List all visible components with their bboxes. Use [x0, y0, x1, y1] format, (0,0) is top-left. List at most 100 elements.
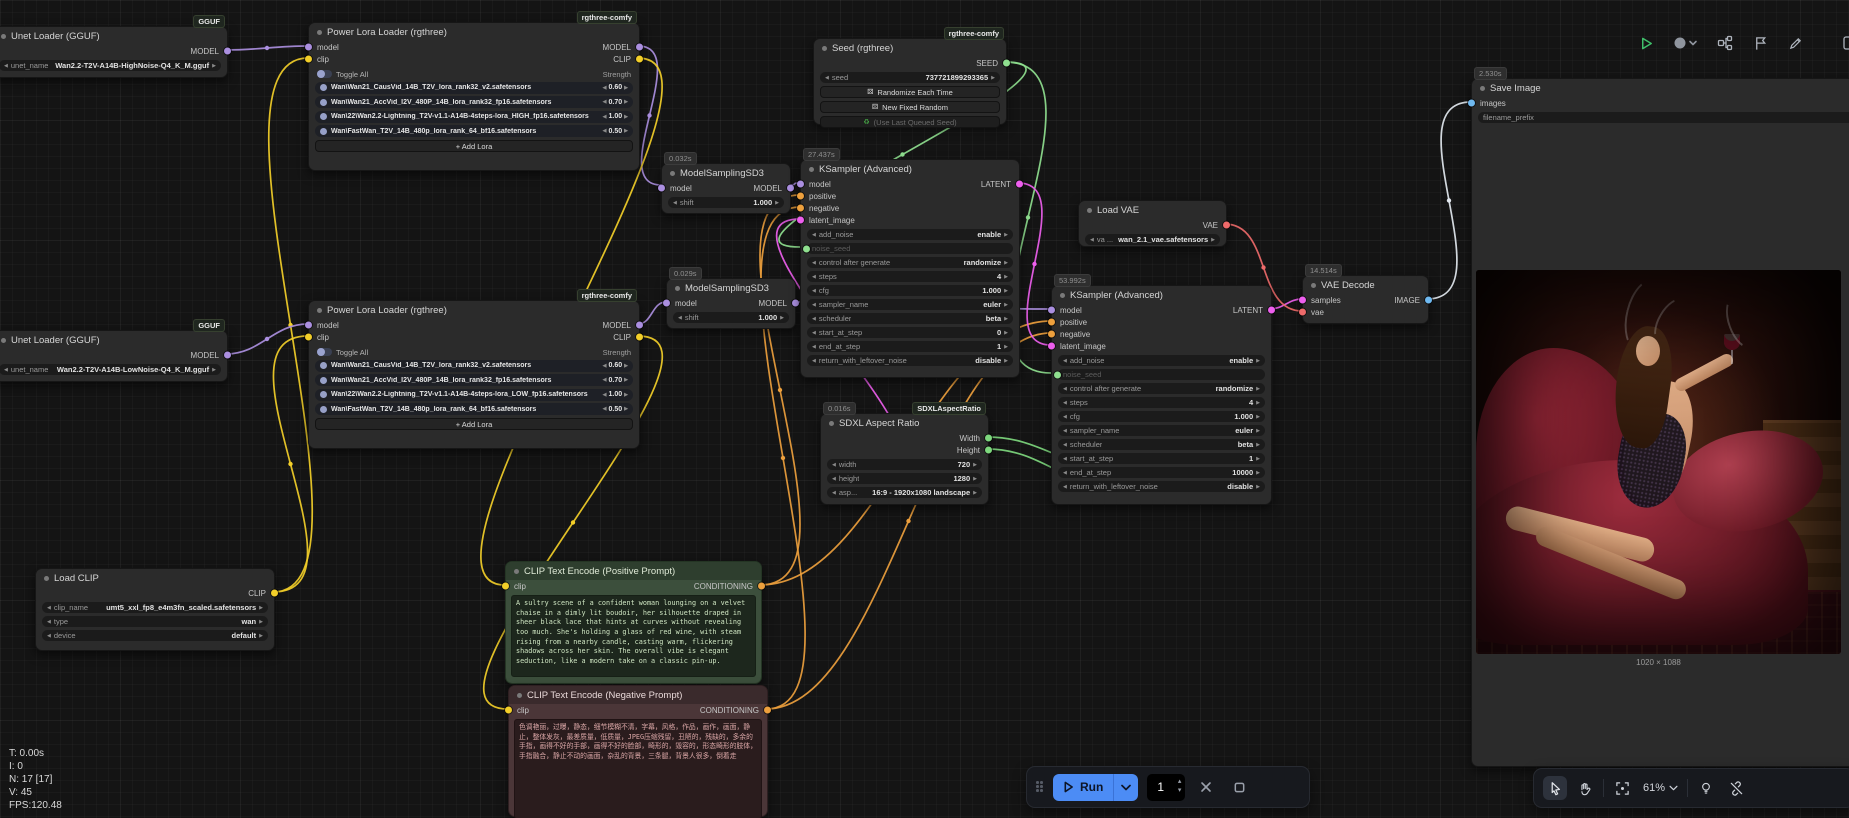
widget-width[interactable]: ◀width720▶ — [827, 459, 982, 470]
widget-height[interactable]: ◀height1280▶ — [827, 473, 982, 484]
increment-arrow-icon[interactable]: ▶ — [1256, 386, 1260, 392]
stop-square-icon[interactable] — [1227, 775, 1251, 799]
node-save-image[interactable]: 2.530sSave Imageimagesfilename_prefix 10… — [1471, 78, 1849, 767]
drag-handle-icon[interactable] — [1036, 781, 1044, 793]
widget-unet_name[interactable]: ◀unet_nameWan2.2-T2V-A14B-LowNoise-Q4_K_… — [0, 364, 221, 375]
lora-item[interactable]: Wan\FastWan_T2V_14B_480p_lora_rank_64_bf… — [315, 403, 633, 415]
lora-item[interactable]: Wan\Wan21_AccVid_I2V_480P_14B_lora_rank3… — [315, 374, 633, 386]
increment-arrow-icon[interactable]: ▶ — [624, 99, 628, 105]
decrement-arrow-icon[interactable]: ◀ — [47, 605, 51, 611]
button--add-lora[interactable]: + Add Lora — [315, 140, 633, 152]
decrement-arrow-icon[interactable]: ◀ — [603, 377, 607, 383]
node-power-lora-loader-high[interactable]: rgthree-comfyPower Lora Loader (rgthree)… — [308, 22, 640, 171]
increment-arrow-icon[interactable]: ▶ — [624, 85, 628, 91]
increment-arrow-icon[interactable]: ▶ — [624, 392, 628, 398]
decrement-arrow-icon[interactable]: ◀ — [1063, 400, 1067, 406]
increment-arrow-icon[interactable]: ▶ — [973, 490, 977, 496]
widget-return_with_leftover_noise[interactable]: ◀return_with_leftover_noisedisable▶ — [807, 355, 1013, 366]
run-button[interactable]: Run — [1053, 774, 1138, 801]
collapse-dot-icon[interactable] — [675, 286, 680, 291]
increment-arrow-icon[interactable]: ▶ — [624, 377, 628, 383]
lora-row[interactable]: Wan\Wan21_CausVid_14B_T2V_lora_rank32_v2… — [315, 360, 633, 372]
output-dot-CLIP[interactable] — [271, 590, 278, 597]
zoom-level[interactable]: 61% — [1640, 782, 1681, 794]
decrement-arrow-icon[interactable]: ◀ — [4, 63, 8, 69]
lora-row[interactable]: Wan\Wan21_AccVid_I2V_480P_14B_lora_rank3… — [315, 96, 633, 108]
widget-start_at_step[interactable]: ◀start_at_step0▶ — [807, 327, 1013, 338]
fit-view-icon[interactable] — [1610, 776, 1634, 800]
decrement-arrow-icon[interactable]: ◀ — [1063, 428, 1067, 434]
output-dot-IMAGE[interactable] — [1425, 297, 1432, 304]
lora-strength[interactable]: ◀0.60▶ — [603, 84, 628, 91]
decrement-arrow-icon[interactable]: ◀ — [812, 288, 816, 294]
widget-noise_seed[interactable]: noise_seed — [1058, 369, 1265, 380]
input-dot-latent_image[interactable] — [797, 217, 804, 224]
collapse-dot-icon[interactable] — [1, 34, 6, 39]
prompt-textarea[interactable]: 色调艳丽，过曝，静态，细节模糊不清，字幕，风格，作品，画作，画面，静止，整体发灰… — [514, 719, 762, 818]
widget-sampler_name[interactable]: ◀sampler_nameeuler▶ — [807, 299, 1013, 310]
collapse-dot-icon[interactable] — [1060, 293, 1065, 298]
increment-arrow-icon[interactable]: ▶ — [1004, 288, 1008, 294]
input-dot-noise_seed[interactable] — [803, 245, 810, 252]
decrement-arrow-icon[interactable]: ◀ — [812, 232, 816, 238]
increment-arrow-icon[interactable]: ▶ — [1256, 428, 1260, 434]
node-sdxl-aspect-ratio[interactable]: 0.016sSDXLAspectRatioSDXL Aspect RatioWi… — [820, 413, 989, 505]
decrement-arrow-icon[interactable]: ◀ — [1063, 456, 1067, 462]
node-clip-text-encode-negative[interactable]: CLIP Text Encode (Negative Prompt)clipCO… — [508, 685, 768, 817]
decrement-arrow-icon[interactable]: ◀ — [603, 363, 607, 369]
input-dot-model[interactable] — [305, 44, 312, 51]
lora-row[interactable]: Wan\22\Wan2.2-Lightning_T2V-v1.1-A14B-4s… — [315, 389, 633, 401]
decrement-arrow-icon[interactable]: ◀ — [603, 99, 607, 105]
cursor-tool[interactable] — [1543, 776, 1567, 800]
decrement-arrow-icon[interactable]: ◀ — [832, 462, 836, 468]
increment-arrow-icon[interactable]: ▶ — [1004, 344, 1008, 350]
output-dot-SEED[interactable] — [1003, 60, 1010, 67]
increment-arrow-icon[interactable]: ▶ — [1004, 316, 1008, 322]
input-dot-negative[interactable] — [1048, 331, 1055, 338]
increment-arrow-icon[interactable]: ▶ — [1256, 470, 1260, 476]
lora-row[interactable]: Wan\FastWan_T2V_14B_480p_lora_rank_64_bf… — [315, 125, 633, 137]
lora-toggle-icon[interactable] — [320, 406, 327, 413]
widget-type[interactable]: ◀typewan▶ — [42, 616, 268, 627]
decrement-arrow-icon[interactable]: ◀ — [832, 476, 836, 482]
node-unet-loader-high[interactable]: GGUFUnet Loader (GGUF)MODEL◀unet_nameWan… — [0, 26, 228, 78]
toggle-all-switch[interactable]: Toggle All — [317, 348, 368, 357]
increment-arrow-icon[interactable]: ▶ — [212, 63, 216, 69]
widget-unet_name[interactable]: ◀unet_nameWan2.2-T2V-A14B-HighNoise-Q4_K… — [0, 60, 221, 71]
widget-add_noise[interactable]: ◀add_noiseenable▶ — [807, 229, 1013, 240]
lora-toggle-icon[interactable] — [320, 113, 327, 120]
decrement-arrow-icon[interactable]: ◀ — [673, 200, 677, 206]
widget-device[interactable]: ◀devicedefault▶ — [42, 630, 268, 641]
decrement-arrow-icon[interactable]: ◀ — [603, 392, 607, 398]
node-load-vae[interactable]: Load VAEVAE◀va ...wan_2.1_vae.safetensor… — [1078, 200, 1227, 247]
input-dot-negative[interactable] — [797, 205, 804, 212]
decrement-arrow-icon[interactable]: ◀ — [812, 358, 816, 364]
lora-toggle-icon[interactable] — [320, 362, 327, 369]
lora-strength[interactable]: ◀0.50▶ — [603, 128, 628, 135]
output-dot-CLIP[interactable] — [636, 56, 643, 63]
widget-end_at_step[interactable]: ◀end_at_step1▶ — [807, 341, 1013, 352]
widget-cfg[interactable]: ◀cfg1.000▶ — [807, 285, 1013, 296]
output-dot-MODEL[interactable] — [636, 322, 643, 329]
increment-arrow-icon[interactable]: ▶ — [973, 476, 977, 482]
collapse-dot-icon[interactable] — [517, 693, 522, 698]
button--add-lora[interactable]: + Add Lora — [315, 418, 633, 430]
decrement-arrow-icon[interactable]: ◀ — [603, 128, 607, 134]
toggle-all-switch[interactable]: Toggle All — [317, 70, 368, 79]
decrement-arrow-icon[interactable]: ◀ — [1063, 414, 1067, 420]
collapse-dot-icon[interactable] — [809, 167, 814, 172]
collapse-dot-icon[interactable] — [1480, 86, 1485, 91]
increment-arrow-icon[interactable]: ▶ — [1004, 260, 1008, 266]
node-ksampler-advanced-2[interactable]: 53.992sKSampler (Advanced)modelLATENTpos… — [1051, 285, 1272, 505]
widget-return_with_leftover_noise[interactable]: ◀return_with_leftover_noisedisable▶ — [1058, 481, 1265, 492]
increment-arrow-icon[interactable]: ▶ — [1004, 302, 1008, 308]
input-dot-model[interactable] — [658, 185, 665, 192]
lora-item[interactable]: Wan\Wan21_AccVid_I2V_480P_14B_lora_rank3… — [315, 96, 633, 108]
lora-item[interactable]: Wan\22\Wan2.2-Lightning_T2V-v1.1-A14B-4s… — [315, 389, 633, 401]
decrement-arrow-icon[interactable]: ◀ — [4, 367, 8, 373]
prompt-textarea[interactable]: A sultry scene of a confident woman loun… — [511, 595, 756, 677]
increment-arrow-icon[interactable]: ▶ — [624, 128, 628, 134]
widget-filename_prefix[interactable]: filename_prefix — [1478, 112, 1849, 123]
input-dot-model[interactable] — [663, 300, 670, 307]
decrement-arrow-icon[interactable]: ◀ — [1063, 484, 1067, 490]
